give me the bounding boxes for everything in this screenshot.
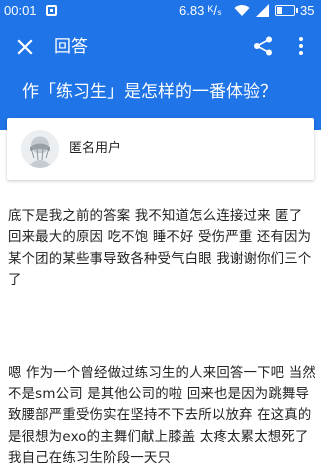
question-title[interactable]: 作「练习生」是怎样的一番体验？ — [22, 79, 317, 105]
status-time: 00:01 — [4, 3, 37, 18]
battery-percent: 35 — [300, 3, 315, 18]
notification-icon — [46, 5, 57, 16]
author-card[interactable]: 匿名用户 — [7, 118, 314, 180]
battery-level — [277, 7, 283, 14]
author-name[interactable]: 匿名用户 — [69, 139, 121, 159]
share-icon[interactable] — [252, 35, 274, 57]
anonymous-avatar-icon — [21, 130, 59, 168]
app-bar: 回答 作「练习生」是怎样的一番体验？ — [0, 22, 321, 130]
page-title: 回答 — [54, 37, 88, 57]
answer-body: 底下是我之前的答案 我不知道怎么连接过来 匿了 回来最大的原因 吃不饱 睡不好 … — [8, 206, 316, 470]
network-speed: 6.83 ᴷ/ₛ — [179, 3, 222, 18]
wifi-icon — [234, 5, 250, 17]
answer-paragraph: 底下是我之前的答案 我不知道怎么连接过来 匿了 回来最大的原因 吃不饱 睡不好 … — [8, 209, 312, 289]
answer-paragraph: 嗯 作为一个曾经做过练习生的人来回答一下吧 当然不是sm公司 是其他公司的啦 回… — [8, 365, 316, 467]
close-icon[interactable] — [12, 34, 38, 60]
status-bar: 00:01 6.83 ᴷ/ₛ 35 — [0, 0, 321, 22]
battery-icon — [275, 5, 298, 16]
signal-icon — [256, 4, 269, 17]
more-vert-icon[interactable] — [292, 35, 310, 57]
